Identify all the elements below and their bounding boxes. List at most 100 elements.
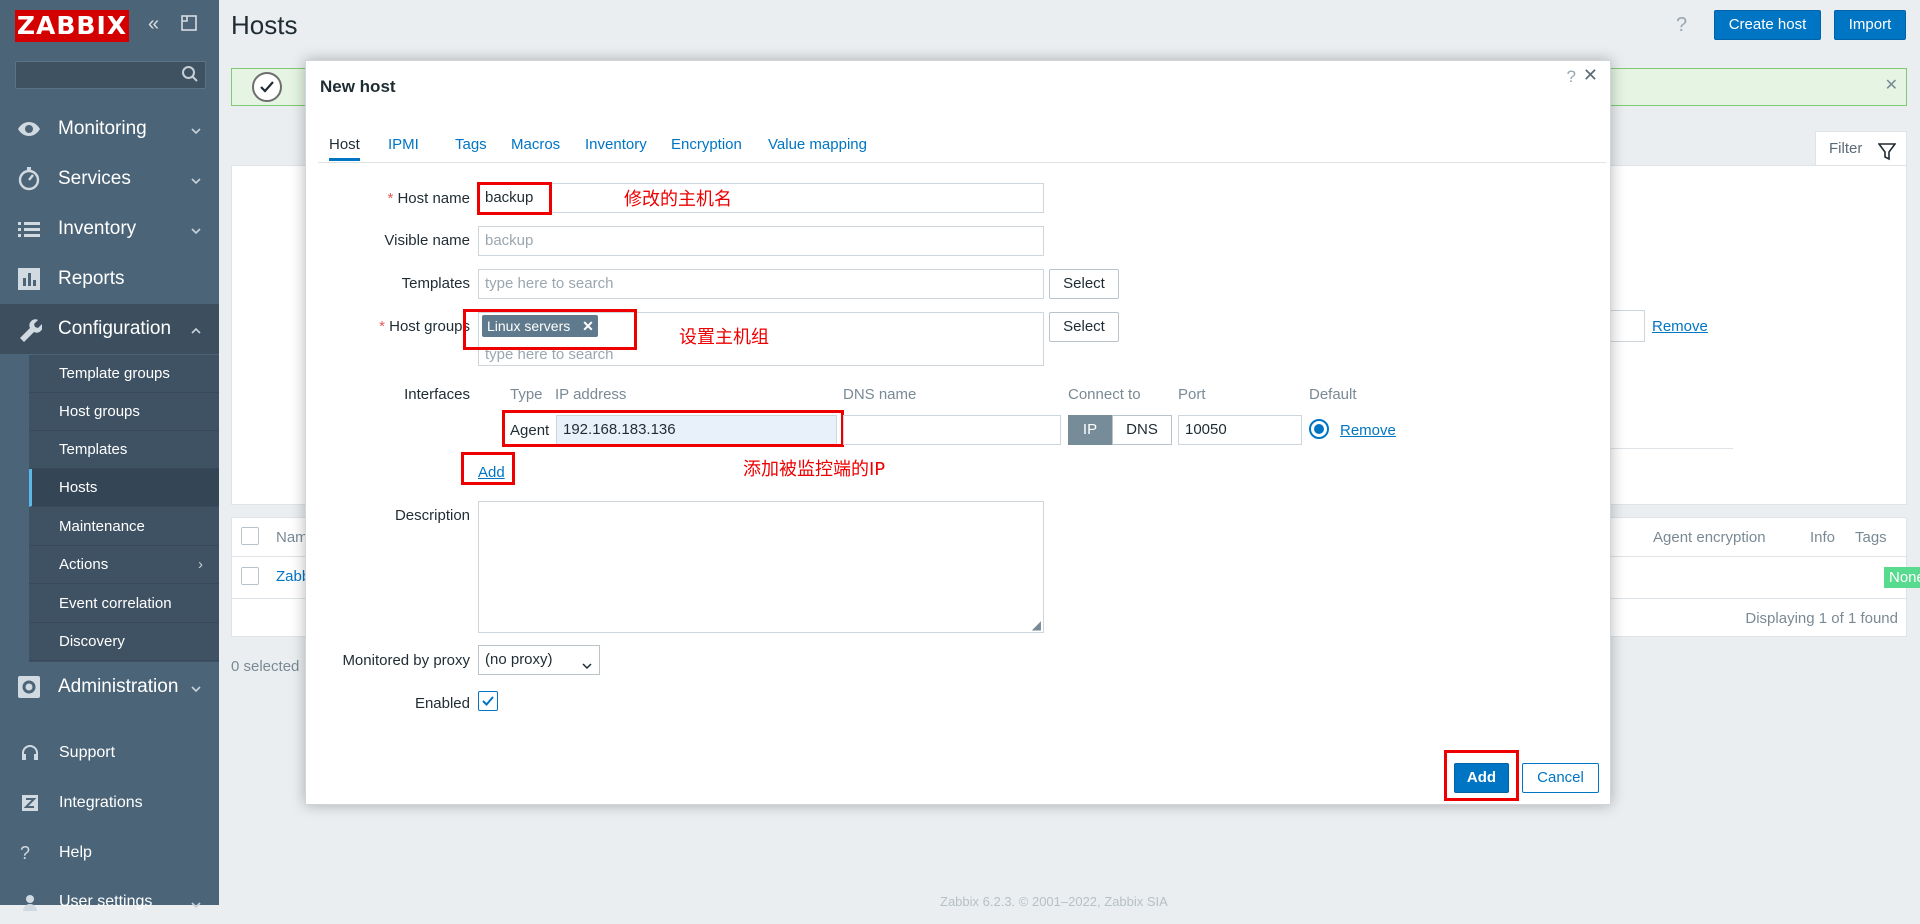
templates-select-button[interactable]: Select: [1049, 269, 1119, 299]
eye-icon: [16, 116, 42, 142]
dialog-close-icon[interactable]: ✕: [1583, 65, 1598, 86]
list-icon: [16, 216, 42, 242]
proxy-select[interactable]: (no proxy): [478, 645, 600, 675]
tab-tags[interactable]: Tags: [455, 136, 487, 153]
menu-services[interactable]: Services: [0, 154, 219, 204]
resize-handle-icon[interactable]: ◢: [1032, 618, 1041, 632]
import-button[interactable]: Import: [1834, 10, 1906, 40]
host-groups-select-button[interactable]: Select: [1049, 312, 1119, 342]
required-mark: *: [379, 318, 385, 335]
submenu-discovery[interactable]: Discovery: [29, 623, 219, 661]
search-icon[interactable]: [181, 65, 199, 86]
submenu-event-correlation[interactable]: Event correlation: [29, 585, 219, 623]
chevron-down-icon: [189, 172, 203, 186]
configuration-submenu: Template groups Host groups Templates Ho…: [0, 355, 219, 662]
visible-name-input[interactable]: backup: [478, 226, 1044, 256]
menu-label: Configuration: [58, 318, 172, 339]
host-name-annotation: 修改的主机名: [624, 189, 732, 210]
zabbix-logo[interactable]: ZABBIX: [15, 10, 129, 42]
templates-input[interactable]: type here to search: [478, 269, 1044, 299]
menu-user-settings[interactable]: User settings: [0, 880, 219, 924]
tab-value-mapping[interactable]: Value mapping: [768, 136, 867, 153]
menu-support[interactable]: Support: [0, 731, 219, 775]
highlight-box: [1444, 750, 1519, 801]
submenu-maintenance[interactable]: Maintenance: [29, 508, 219, 546]
page-footer: Zabbix 6.2.3. © 2001–2022, Zabbix SIA: [940, 894, 1168, 909]
enabled-checkbox[interactable]: [478, 691, 498, 711]
clock-icon: [16, 166, 42, 192]
bar-chart-icon: [16, 266, 42, 292]
dialog-help-icon[interactable]: ?: [1567, 67, 1576, 87]
filter-tab[interactable]: Filter: [1815, 131, 1907, 165]
sidebar-search-input[interactable]: [15, 61, 206, 89]
menu-configuration[interactable]: Configuration: [0, 304, 219, 354]
close-icon[interactable]: ✕: [1885, 75, 1898, 95]
tab-macros[interactable]: Macros: [511, 136, 560, 153]
menu-label: Inventory: [58, 218, 137, 239]
interface-col-type: Type: [510, 386, 543, 403]
filter-label: Filter: [1829, 140, 1863, 157]
interfaces-label: Interfaces: [404, 386, 470, 403]
chevron-down-icon: [189, 898, 203, 917]
interface-col-connect: Connect to: [1068, 386, 1141, 403]
connect-ip-button[interactable]: IP: [1068, 415, 1112, 445]
highlight-box: [461, 452, 515, 485]
submenu-template-groups[interactable]: Template groups: [29, 355, 219, 393]
tab-encryption[interactable]: Encryption: [671, 136, 742, 153]
ip-annotation: 添加被监控端的IP: [743, 459, 886, 480]
tab-inventory[interactable]: Inventory: [585, 136, 647, 153]
new-host-dialog: New host ? ✕ Host IPMI Tags Macros Inven…: [305, 60, 1611, 805]
dialog-title: New host: [320, 77, 396, 96]
filter-remove-link[interactable]: Remove: [1652, 318, 1708, 335]
interface-dns-input[interactable]: [843, 415, 1061, 445]
select-all-checkbox[interactable]: [241, 527, 259, 545]
highlight-box: [463, 309, 637, 350]
enabled-label: Enabled: [414, 695, 470, 712]
dialog-cancel-button[interactable]: Cancel: [1522, 763, 1599, 793]
tab-host[interactable]: Host: [329, 136, 360, 161]
interface-port-input[interactable]: 10050: [1178, 415, 1302, 445]
default-interface-radio[interactable]: [1309, 419, 1329, 439]
encryption-badge: None: [1884, 567, 1920, 588]
check-icon: [252, 72, 282, 102]
dialog-tabs: Host IPMI Tags Macros Inventory Encrypti…: [318, 131, 1606, 163]
menu-inventory[interactable]: Inventory: [0, 204, 219, 254]
host-group-annotation: 设置主机组: [679, 327, 769, 348]
chevron-down-icon: [189, 122, 203, 136]
menu-help[interactable]: ? Help: [0, 831, 219, 875]
menu-label: User settings: [59, 893, 153, 910]
menu-label: Monitoring: [58, 118, 147, 139]
interface-col-dns: DNS name: [843, 386, 917, 403]
create-host-button[interactable]: Create host: [1714, 10, 1821, 40]
interface-remove-link[interactable]: Remove: [1340, 422, 1396, 439]
menu-administration[interactable]: Administration: [0, 662, 219, 712]
menu-label: Integrations: [59, 794, 143, 811]
tab-ipmi[interactable]: IPMI: [388, 136, 419, 153]
submenu-host-groups[interactable]: Host groups: [29, 393, 219, 431]
menu-label: Services: [58, 168, 131, 189]
chevron-down-icon: [189, 222, 203, 236]
row-checkbox[interactable]: [241, 567, 259, 585]
host-name-input[interactable]: backup: [478, 183, 1044, 213]
headset-icon: [20, 743, 40, 763]
menu-reports[interactable]: Reports: [0, 254, 219, 304]
label-text: Host groups: [389, 318, 470, 335]
menu-label: Support: [59, 744, 116, 761]
menu-monitoring[interactable]: Monitoring: [0, 104, 219, 154]
column-agent-encryption: Agent encryption: [1653, 529, 1766, 546]
connect-dns-button[interactable]: DNS: [1112, 415, 1172, 445]
interface-col-ip: IP address: [555, 386, 627, 403]
proxy-select-value: (no proxy): [485, 651, 553, 668]
label-text: Host name: [397, 190, 470, 207]
submenu-actions[interactable]: Actions ›: [29, 546, 219, 584]
help-icon[interactable]: ?: [1676, 14, 1687, 37]
menu-integrations[interactable]: Integrations: [0, 781, 219, 825]
z-icon: [20, 793, 40, 813]
description-textarea[interactable]: ◢: [478, 501, 1044, 633]
submenu-templates[interactable]: Templates: [29, 431, 219, 469]
interface-col-default: Default: [1309, 386, 1357, 403]
menu-label: Reports: [58, 268, 125, 289]
kiosk-mode-icon[interactable]: [180, 14, 198, 36]
submenu-hosts[interactable]: Hosts: [29, 469, 219, 507]
collapse-sidebar-icon[interactable]: «: [148, 14, 159, 34]
